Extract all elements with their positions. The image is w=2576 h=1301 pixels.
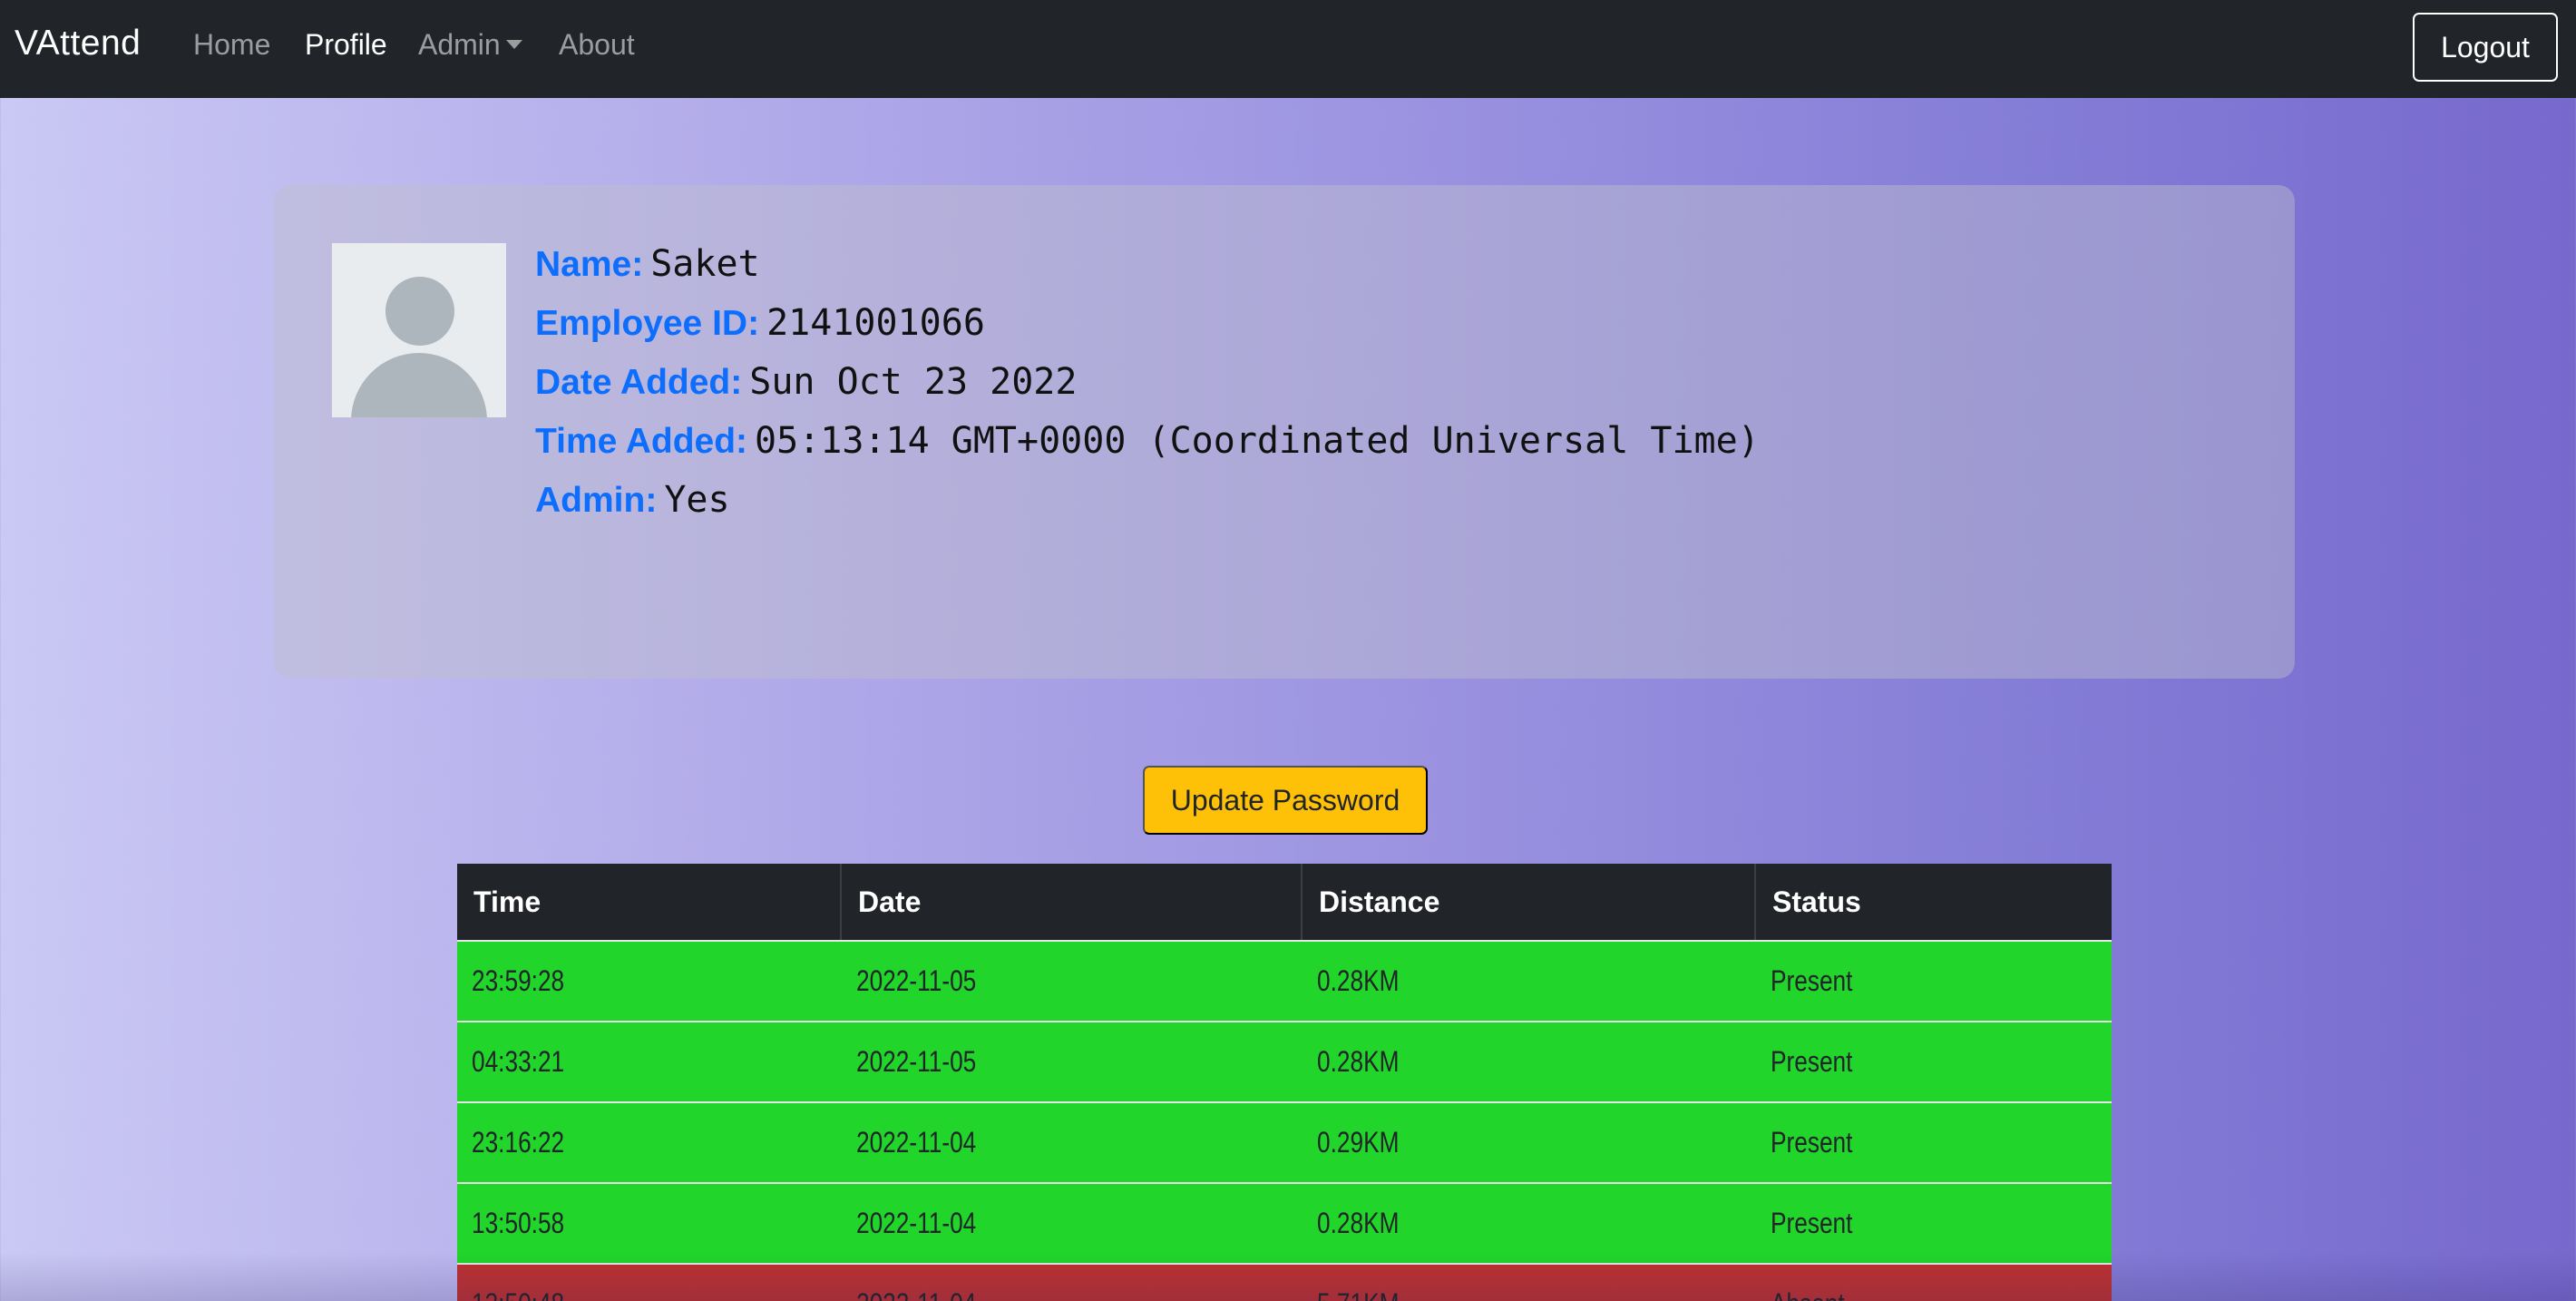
table-row: 04:33:21 2022-11-05 0.28KM Present — [457, 1021, 2112, 1101]
employee-id-label: Employee ID: — [535, 304, 760, 343]
profile-time-added-row: Time Added: 05:13:14 GMT+0000 (Coordinate… — [535, 420, 1760, 462]
cell-status: Present — [1771, 1207, 1853, 1239]
nav-admin-label: Admin — [418, 28, 501, 61]
nav-profile[interactable]: Profile — [305, 28, 387, 62]
cell-distance: 0.28KM — [1317, 964, 1400, 997]
column-header-distance: Distance — [1303, 864, 1756, 940]
cell-distance: 0.29KM — [1317, 1126, 1400, 1159]
update-password-button[interactable]: Update Password — [1143, 766, 1428, 835]
admin-label: Admin: — [535, 481, 658, 520]
cell-status: Present — [1771, 1045, 1853, 1078]
admin-value: Yes — [664, 479, 730, 521]
column-header-date: Date — [842, 864, 1303, 940]
table-row: 13:50:48 2022-11-04 5.71KM Absent — [457, 1263, 2112, 1301]
table-row: 23:59:28 2022-11-05 0.28KM Present — [457, 940, 2112, 1021]
table-row: 13:50:58 2022-11-04 0.28KM Present — [457, 1182, 2112, 1263]
cell-date: 2022-11-05 — [856, 1045, 977, 1078]
chevron-down-icon — [505, 40, 522, 49]
nav-admin-dropdown[interactable]: Admin — [418, 28, 522, 62]
avatar-head — [385, 277, 454, 346]
cell-date: 2022-11-04 — [842, 1265, 1303, 1301]
cell-time: 23:59:28 — [472, 964, 565, 997]
cell-distance: 0.28KM — [1317, 1045, 1400, 1078]
avatar-body — [351, 353, 487, 417]
date-added-label: Date Added: — [535, 363, 743, 402]
column-header-time: Time — [457, 864, 842, 940]
time-added-label: Time Added: — [535, 422, 748, 461]
column-header-status: Status — [1772, 885, 1861, 918]
cell-time: 23:16:22 — [472, 1126, 565, 1159]
employee-id-value: 2141001066 — [766, 302, 985, 344]
brand-logo[interactable]: VAttend — [15, 24, 141, 64]
table-header: Time Date Distance Status — [457, 864, 2112, 940]
profile-name-row: Name: Saket — [535, 243, 760, 285]
cell-time: 04:33:21 — [472, 1045, 565, 1078]
name-label: Name: — [535, 245, 644, 284]
nav-about[interactable]: About — [559, 28, 635, 62]
table-row: 23:16:22 2022-11-04 0.29KM Present — [457, 1101, 2112, 1182]
attendance-table: Time Date Distance Status 23:59:28 2022-… — [457, 864, 2112, 1301]
name-value: Saket — [650, 243, 760, 285]
logout-button[interactable]: Logout — [2413, 13, 2558, 82]
cell-status: Present — [1771, 1126, 1853, 1159]
profile-date-added-row: Date Added: Sun Oct 23 2022 — [535, 361, 1077, 403]
cell-time: 13:50:58 — [472, 1207, 565, 1239]
user-placeholder-icon — [332, 243, 506, 417]
nav-home[interactable]: Home — [193, 28, 270, 62]
profile-admin-row: Admin: Yes — [535, 479, 730, 521]
time-added-value: 05:13:14 GMT+0000 (Coordinated Universal… — [755, 420, 1760, 462]
cell-date: 2022-11-05 — [856, 964, 977, 997]
cell-distance: 5.71KM — [1303, 1265, 1756, 1301]
cell-status: Absent — [1756, 1265, 2112, 1301]
cell-time: 13:50:48 — [457, 1265, 842, 1301]
cell-status: Present — [1771, 964, 1853, 997]
date-added-value: Sun Oct 23 2022 — [749, 361, 1078, 403]
navbar: VAttend Home Profile Admin About Logout — [0, 0, 2576, 98]
profile-employee-id-row: Employee ID: 2141001066 — [535, 302, 985, 344]
cell-date: 2022-11-04 — [856, 1207, 977, 1239]
cell-distance: 0.28KM — [1317, 1207, 1400, 1239]
cell-date: 2022-11-04 — [856, 1126, 977, 1159]
